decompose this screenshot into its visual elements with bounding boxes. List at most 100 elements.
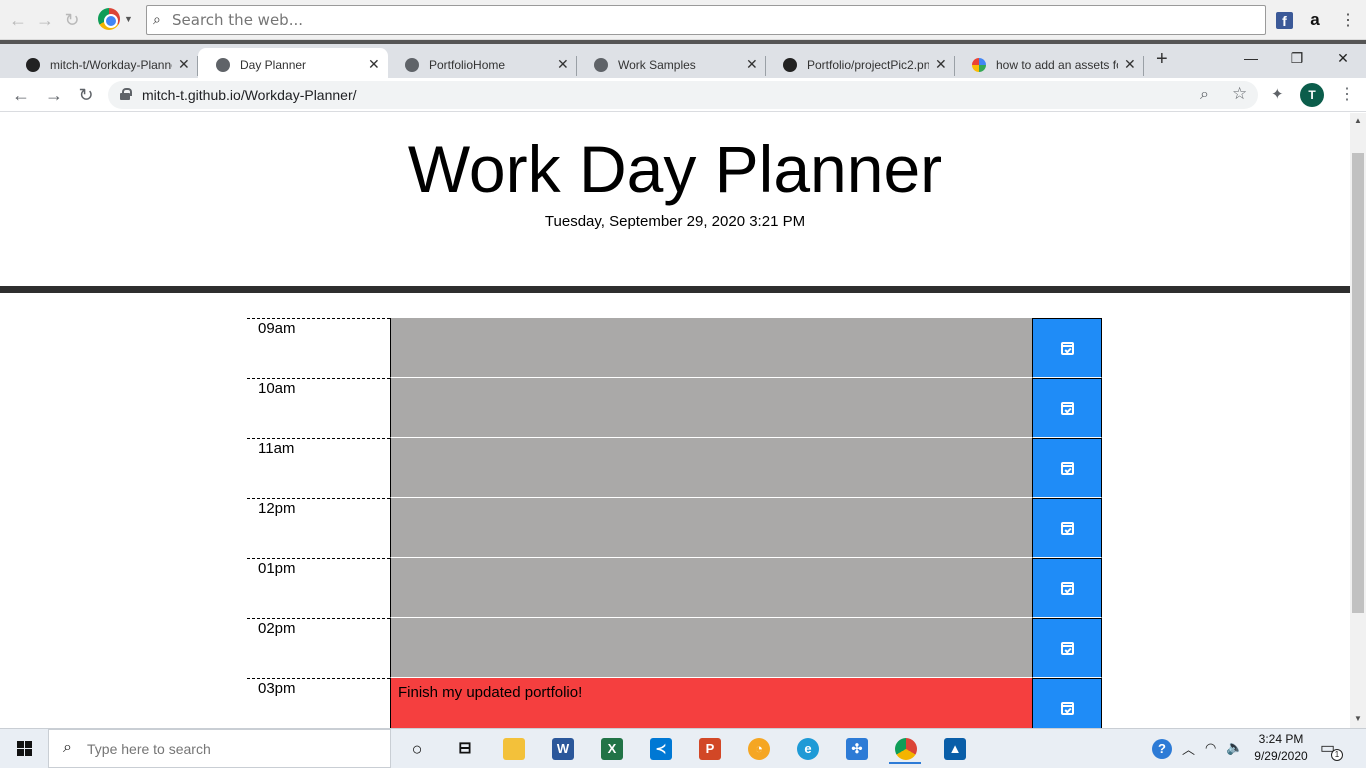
taskbar-search-box[interactable]: ⌕ [48, 729, 391, 768]
tab-separator [1143, 56, 1144, 76]
tab-title: PortfolioHome [429, 58, 506, 72]
volume-icon[interactable]: 🔈 [1226, 739, 1243, 756]
page-viewport: Work Day Planner Tuesday, September 29, … [0, 113, 1350, 728]
toolbar-reload-icon[interactable]: ↻ [62, 10, 82, 30]
event-description[interactable] [390, 378, 1032, 438]
notification-icon[interactable]: ▭ 1 [1320, 738, 1344, 762]
close-icon[interactable]: ✕ [368, 56, 380, 73]
slack-icon[interactable]: ✣ [840, 732, 872, 764]
restore-icon[interactable]: ❐ [1274, 44, 1320, 72]
calendar-check-icon [1061, 402, 1074, 415]
search-icon: ⌕ [63, 739, 72, 756]
save-button[interactable] [1032, 558, 1102, 618]
calendar-check-icon [1061, 522, 1074, 535]
file-explorer-icon[interactable] [497, 732, 529, 764]
close-icon[interactable]: ✕ [1124, 56, 1136, 73]
event-description[interactable] [390, 438, 1032, 498]
globe-icon [216, 58, 230, 72]
scroll-up-icon[interactable]: ▲ [1350, 114, 1366, 128]
windows-start-button[interactable] [0, 728, 48, 768]
calendar-check-icon [1061, 642, 1074, 655]
event-description[interactable] [390, 618, 1032, 678]
window-close-icon[interactable]: ✕ [1320, 44, 1366, 72]
brave-icon[interactable]: ◔ [742, 732, 774, 764]
wifi-icon[interactable]: ◠ [1205, 740, 1216, 756]
toolbar-forward-icon[interactable]: → [35, 10, 55, 30]
taskbar-search-input[interactable] [87, 739, 377, 759]
time-block: 01pm [247, 558, 1102, 618]
save-button[interactable] [1032, 318, 1102, 378]
hour-label: 12pm [247, 498, 390, 558]
edge-icon[interactable]: e [791, 732, 823, 764]
back-icon[interactable]: ← [10, 84, 32, 106]
save-button[interactable] [1032, 618, 1102, 678]
bookmark-star-icon[interactable]: ☆ [1232, 84, 1247, 104]
browser-menu-icon[interactable]: ⋮ [1339, 84, 1355, 104]
windows-icon [17, 741, 32, 756]
tab-work-samples[interactable]: Work Samples ✕ [576, 48, 766, 82]
facebook-icon[interactable]: f [1276, 12, 1293, 29]
photos-icon[interactable]: ▲ [938, 732, 970, 764]
save-button[interactable] [1032, 498, 1102, 558]
clock-time: 3:24 PM [1258, 732, 1304, 746]
cortana-icon[interactable]: ○ [400, 732, 432, 764]
close-icon[interactable]: ✕ [935, 56, 947, 73]
tab-workday-planner-repo[interactable]: mitch-t/Workday-Planner ✕ [8, 48, 198, 82]
event-description[interactable] [390, 498, 1032, 558]
event-description[interactable]: Finish my updated portfolio! [390, 678, 1032, 728]
hour-label: 11am [247, 438, 390, 498]
time-block: 12pm [247, 498, 1102, 558]
close-icon[interactable]: ✕ [746, 56, 758, 73]
powerpoint-icon[interactable]: P [693, 732, 725, 764]
tab-title: Portfolio/projectPic2.png [807, 58, 929, 72]
tab-title: Work Samples [618, 58, 696, 72]
forward-icon[interactable]: → [43, 84, 65, 106]
excel-icon[interactable]: X [595, 732, 627, 764]
scrollbar-thumb[interactable] [1352, 153, 1364, 613]
extensions-icon[interactable]: ✦ [1271, 85, 1284, 103]
word-icon[interactable]: W [546, 732, 578, 764]
globe-icon [594, 58, 608, 72]
avatar[interactable]: T [1300, 83, 1324, 107]
help-icon[interactable]: ? [1152, 739, 1172, 759]
tab-google-search[interactable]: how to add an assets fol ✕ [954, 48, 1144, 82]
scroll-down-icon[interactable]: ▼ [1350, 712, 1366, 726]
google-icon [972, 58, 986, 72]
url-text[interactable]: mitch-t.github.io/Workday-Planner/ [142, 87, 357, 103]
event-description[interactable] [390, 558, 1032, 618]
hour-label: 01pm [247, 558, 390, 618]
hour-label: 10am [247, 378, 390, 438]
clock-date: 9/29/2020 [1254, 749, 1308, 763]
globe-icon [405, 58, 419, 72]
calendar-check-icon [1061, 342, 1074, 355]
chrome-taskbar-icon[interactable] [889, 732, 921, 764]
omnibox[interactable]: mitch-t.github.io/Workday-Planner/ [108, 81, 1258, 109]
chrome-icon[interactable]: ▼ [98, 8, 134, 32]
tab-portfolio-project-pic[interactable]: Portfolio/projectPic2.png ✕ [765, 48, 955, 82]
tab-portfolio-home[interactable]: PortfolioHome ✕ [387, 48, 577, 82]
close-icon[interactable]: ✕ [178, 56, 190, 73]
event-description[interactable] [390, 318, 1032, 378]
tray-chevron-up-icon[interactable]: ︿ [1182, 739, 1195, 758]
zoom-icon[interactable]: ⌕ [1200, 86, 1209, 104]
minimize-icon[interactable]: — [1228, 44, 1274, 72]
web-search-input[interactable] [172, 9, 1252, 31]
vscode-icon[interactable]: ≺ [644, 732, 676, 764]
toolbar-back-icon[interactable]: ← [8, 10, 28, 30]
new-tab-icon[interactable]: + [1156, 48, 1168, 71]
save-button[interactable] [1032, 378, 1102, 438]
calendar-check-icon [1061, 462, 1074, 475]
lock-icon[interactable] [120, 88, 132, 100]
toolbar-menu-icon[interactable]: ⋮ [1340, 10, 1356, 30]
save-button[interactable] [1032, 678, 1102, 728]
tab-day-planner[interactable]: Day Planner ✕ [198, 48, 388, 82]
amazon-icon[interactable]: a [1306, 10, 1324, 30]
system-clock[interactable]: 3:24 PM 9/29/2020 [1248, 731, 1314, 767]
web-search-box[interactable]: ⌕ [146, 5, 1266, 35]
reload-icon[interactable]: ↻ [75, 84, 97, 106]
tab-title: how to add an assets fol [996, 58, 1118, 72]
save-button[interactable] [1032, 438, 1102, 498]
close-icon[interactable]: ✕ [557, 56, 569, 73]
task-view-icon[interactable]: ⊟ [448, 732, 480, 764]
notification-count: 1 [1331, 749, 1343, 761]
